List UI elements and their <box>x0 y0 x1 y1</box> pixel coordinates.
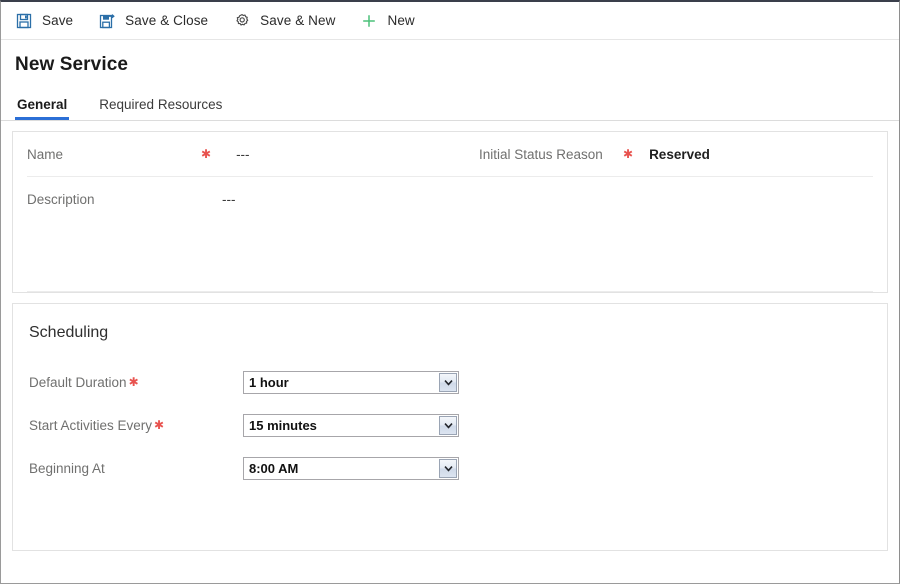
header-zone: New Service General Required Resources <box>1 40 899 120</box>
save-and-new-icon <box>232 11 252 31</box>
save-button-label: Save <box>42 13 74 28</box>
tab-general-label: General <box>17 97 68 112</box>
default-duration-label: Default Duration ✱ <box>29 375 243 390</box>
chevron-down-icon[interactable] <box>439 373 457 392</box>
tab-required-resources[interactable]: Required Resources <box>97 97 224 120</box>
field-row-name: Name ✱ --- Initial Status Reason ✱ Reser… <box>27 132 873 177</box>
service-form-window: Save Save & Close Save & New New New Ser… <box>0 0 900 584</box>
start-activities-every-row: Start Activities Every ✱ 15 minutes <box>13 414 887 437</box>
default-duration-label-text: Default Duration <box>29 375 127 390</box>
start-activities-every-value: 15 minutes <box>249 418 317 433</box>
start-activities-every-select[interactable]: 15 minutes <box>243 414 459 437</box>
tab-strip: General Required Resources <box>15 90 899 120</box>
save-and-close-button-label: Save & Close <box>125 13 209 28</box>
save-and-new-button[interactable]: Save & New <box>229 6 346 36</box>
name-value: --- <box>236 146 250 162</box>
save-and-new-button-label: Save & New <box>260 13 336 28</box>
description-field[interactable]: Description --- <box>27 192 479 207</box>
default-duration-select[interactable]: 1 hour <box>243 371 459 394</box>
description-value: --- <box>222 191 236 207</box>
header-divider <box>1 120 899 121</box>
scheduling-section-title: Scheduling <box>29 324 109 341</box>
new-button[interactable]: New <box>356 6 425 36</box>
save-icon <box>14 11 34 31</box>
save-and-close-icon <box>97 11 117 31</box>
name-required-asterisk: ✱ <box>201 146 212 161</box>
general-panel: Name ✱ --- Initial Status Reason ✱ Reser… <box>12 131 888 293</box>
save-button[interactable]: Save <box>11 6 84 36</box>
chevron-down-icon[interactable] <box>439 459 457 478</box>
beginning-at-row: Beginning At 8:00 AM <box>13 457 887 480</box>
beginning-at-label-text: Beginning At <box>29 461 105 476</box>
new-button-label: New <box>387 13 415 28</box>
plus-icon <box>359 11 379 31</box>
page-title: New Service <box>15 54 129 75</box>
initial-status-reason-value: Reserved <box>649 146 710 162</box>
scheduling-panel: Scheduling Default Duration ✱ 1 hour Star… <box>12 303 888 551</box>
default-duration-value: 1 hour <box>249 375 289 390</box>
beginning-at-label: Beginning At <box>29 461 243 476</box>
description-textarea-area[interactable] <box>27 221 873 292</box>
initial-status-reason-label: Initial Status Reason <box>479 146 603 162</box>
default-duration-row: Default Duration ✱ 1 hour <box>13 371 887 394</box>
tab-general[interactable]: General <box>15 97 70 120</box>
name-label: Name <box>27 146 64 162</box>
chevron-down-icon[interactable] <box>439 416 457 435</box>
start-activities-every-label: Start Activities Every ✱ <box>29 418 243 433</box>
command-bar: Save Save & Close Save & New New <box>1 2 899 40</box>
description-label: Description <box>27 191 95 207</box>
beginning-at-select[interactable]: 8:00 AM <box>243 457 459 480</box>
field-row-description: Description --- <box>27 177 873 221</box>
save-and-close-button[interactable]: Save & Close <box>94 6 219 36</box>
start-activities-every-required-asterisk: ✱ <box>154 418 165 432</box>
name-field[interactable]: Name ✱ --- <box>27 147 479 162</box>
initial-status-reason-field[interactable]: Initial Status Reason ✱ Reserved <box>479 147 873 162</box>
tab-required-resources-label: Required Resources <box>99 97 223 112</box>
beginning-at-value: 8:00 AM <box>249 461 299 476</box>
initial-status-reason-required-asterisk: ✱ <box>623 146 634 161</box>
start-activities-every-label-text: Start Activities Every <box>29 418 153 433</box>
default-duration-required-asterisk: ✱ <box>128 375 139 389</box>
